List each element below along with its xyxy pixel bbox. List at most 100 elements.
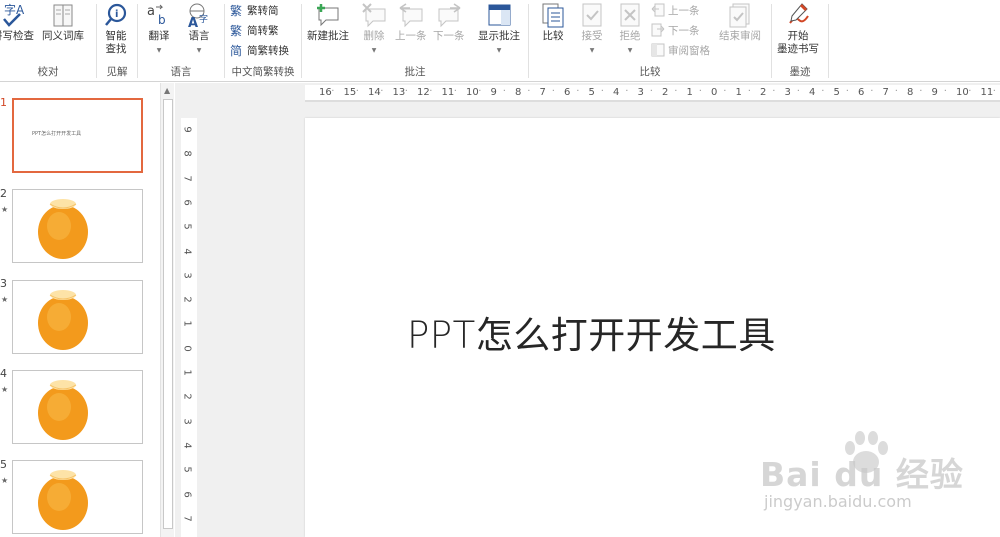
ink-group: 开始 墨迹书写 墨迹 bbox=[772, 0, 828, 81]
to-simplified-button[interactable]: 繁 繁转简 bbox=[230, 2, 279, 18]
ruler-tick-mark: · bbox=[429, 86, 433, 97]
start-inking-button[interactable]: 开始 墨迹书写 bbox=[777, 2, 819, 56]
compare-button[interactable]: 比较 bbox=[540, 2, 566, 43]
ruler-tick-label: 3 bbox=[181, 417, 193, 425]
convert-label: 简繁转换 bbox=[247, 44, 289, 57]
orange-image bbox=[38, 470, 88, 530]
slide-thumbnail-5[interactable] bbox=[12, 460, 143, 534]
ruler-tick-label: 5 bbox=[181, 223, 193, 230]
animation-star-icon: ★ bbox=[1, 385, 9, 394]
ruler-tick-label: 8 bbox=[515, 87, 522, 98]
to-traditional-button[interactable]: 繁 简转繁 bbox=[230, 22, 279, 38]
ruler-tick-label: 2 bbox=[662, 87, 669, 98]
ruler-tick-mark: · bbox=[551, 86, 555, 97]
ruler-tick-label: 4 bbox=[181, 442, 193, 449]
animation-star-icon: ★ bbox=[1, 295, 9, 304]
previous-change-button[interactable]: 上一条 bbox=[651, 2, 700, 18]
ruler-tick-label: 16 bbox=[319, 87, 332, 98]
translate-label: 翻译 bbox=[148, 30, 170, 42]
slide-thumbnail-4[interactable] bbox=[12, 370, 143, 444]
proofing-group: 字A 拼写检查 同义词库 校对 bbox=[0, 0, 96, 81]
previous-comment-button[interactable]: 上一条 bbox=[395, 2, 427, 43]
ruler-tick-label: 2 bbox=[181, 296, 193, 303]
ruler-tick-label: 3 bbox=[181, 272, 193, 279]
previous-change-icon bbox=[651, 3, 665, 17]
thesaurus-label: 同义词库 bbox=[42, 30, 84, 42]
to-simplified-icon: 繁 bbox=[230, 3, 244, 18]
svg-text:a: a bbox=[147, 4, 155, 19]
ruler-tick-mark: · bbox=[698, 86, 702, 97]
end-review-button[interactable]: 结束审阅 bbox=[719, 2, 761, 43]
ruler-tick-label: 6 bbox=[858, 87, 865, 98]
ruler-tick-mark: · bbox=[625, 86, 629, 97]
accept-button[interactable]: 接受 ▼ bbox=[579, 2, 605, 57]
spell-check-button[interactable]: 字A 拼写检查 bbox=[0, 2, 34, 43]
ruler-tick-label: 3 bbox=[637, 87, 644, 98]
thesaurus-button[interactable]: 同义词库 bbox=[42, 2, 84, 43]
ruler-tick-label: 4 bbox=[613, 87, 620, 98]
slide-title[interactable]: PPT怎么打开开发工具 bbox=[407, 305, 776, 359]
ruler-tick-label: 14 bbox=[368, 87, 381, 98]
convert-icon: 简 bbox=[230, 43, 244, 58]
next-change-button[interactable]: 下一条 bbox=[651, 22, 700, 38]
language-dropdown-caret: ▼ bbox=[196, 47, 202, 54]
previous-change-label: 上一条 bbox=[668, 4, 700, 17]
smart-lookup-label-1: 智能 bbox=[105, 30, 127, 42]
ruler-tick-mark: · bbox=[772, 86, 776, 97]
language-icon: A字 bbox=[186, 2, 212, 31]
ruler-tick-mark: · bbox=[404, 86, 408, 97]
svg-text:A: A bbox=[188, 16, 198, 28]
slide-thumbnail-3[interactable] bbox=[12, 280, 143, 354]
smart-lookup-icon: i bbox=[103, 2, 129, 28]
show-comments-dropdown-caret: ▼ bbox=[496, 47, 502, 54]
language-button[interactable]: A字 语言 ▼ bbox=[186, 2, 212, 57]
scrollbar-thumb[interactable] bbox=[163, 99, 173, 529]
smart-lookup-button[interactable]: i 智能 查找 bbox=[103, 2, 129, 56]
ruler-tick-label: 0 bbox=[181, 345, 193, 352]
translate-button[interactable]: ab 翻译 ▼ bbox=[146, 2, 172, 57]
ruler-tick-mark: · bbox=[453, 86, 457, 97]
thumbnail-scrollbar[interactable]: ▲ bbox=[160, 83, 174, 537]
reject-button[interactable]: 拒绝 ▼ bbox=[617, 2, 643, 57]
reject-label: 拒绝 bbox=[619, 30, 641, 42]
accept-label: 接受 bbox=[581, 30, 603, 42]
thesaurus-icon bbox=[50, 2, 76, 28]
ruler-tick-label: 11 bbox=[980, 87, 994, 98]
ruler-tick-label: 6 bbox=[181, 490, 193, 498]
next-comment-icon bbox=[436, 2, 462, 28]
ruler-tick-label: 15 bbox=[343, 87, 357, 98]
ruler-tick-label: 1 bbox=[181, 369, 193, 376]
compare-label: 比较 bbox=[542, 30, 564, 42]
spell-check-icon: 字A bbox=[0, 2, 26, 28]
show-comments-label: 显示批注 bbox=[478, 30, 520, 42]
reviewing-pane-button[interactable]: 审阅窗格 bbox=[651, 42, 710, 58]
ruler-tick-mark: · bbox=[331, 86, 335, 97]
baidu-jingyan-watermark: Bai du 经验 jingyan.baidu.com bbox=[760, 430, 1000, 530]
translate-icon: ab bbox=[146, 2, 172, 28]
watermark-brand: Bai du 经验 bbox=[760, 455, 964, 494]
ruler-tick-mark: · bbox=[527, 86, 531, 97]
reviewing-pane-label: 审阅窗格 bbox=[668, 44, 710, 57]
ruler-tick-mark: · bbox=[943, 86, 947, 97]
ruler-tick-label: 4 bbox=[809, 87, 816, 98]
language-group: ab 翻译 ▼ A字 语言 ▼ 语言 bbox=[138, 0, 224, 81]
orange-image bbox=[38, 380, 88, 440]
ink-group-label: 墨迹 bbox=[789, 66, 811, 78]
ruler-tick-label: 2 bbox=[760, 87, 767, 98]
slide-thumbnail-2[interactable] bbox=[12, 189, 143, 263]
convert-button[interactable]: 简 简繁转换 bbox=[230, 42, 289, 58]
ruler-tick-label: 1 bbox=[735, 87, 742, 98]
start-inking-label-2: 墨迹书写 bbox=[777, 43, 819, 55]
new-comment-button[interactable]: 新建批注 bbox=[307, 2, 349, 43]
slide-number: 5 bbox=[0, 458, 7, 471]
reviewing-pane-icon bbox=[651, 43, 665, 57]
next-comment-button[interactable]: 下一条 bbox=[433, 2, 465, 43]
ruler-tick-mark: · bbox=[723, 86, 727, 97]
slide-thumbnail-1[interactable]: PPT怎么打开开发工具 bbox=[12, 98, 143, 173]
svg-text:简: 简 bbox=[230, 44, 242, 57]
show-comments-button[interactable]: 显示批注 ▼ bbox=[478, 2, 520, 57]
animation-star-icon: ★ bbox=[1, 205, 9, 214]
delete-comment-button[interactable]: 删除 ▼ bbox=[361, 2, 387, 57]
ruler-tick-label: 1 bbox=[686, 87, 693, 98]
scroll-up-icon[interactable]: ▲ bbox=[164, 86, 170, 95]
